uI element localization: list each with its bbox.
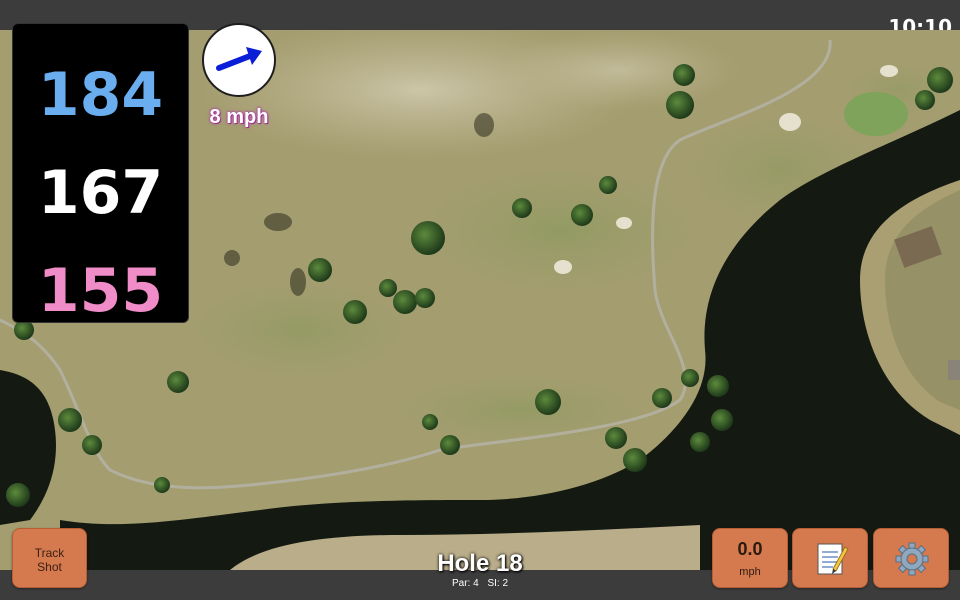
hole-info: Par: 4 SI: 2: [380, 578, 580, 589]
center-of-green-distance: 167: [37, 158, 164, 228]
stroke-index-label: SI: 2: [487, 578, 509, 589]
gear-icon: [895, 542, 929, 576]
wind-direction-indicator: [202, 23, 276, 97]
par-label: Par: 4: [451, 578, 479, 589]
settings-button[interactable]: [873, 528, 949, 588]
wind-speed-unit: mph: [739, 566, 761, 578]
wind-speed-button[interactable]: 0.0 mph: [712, 528, 788, 588]
notepad-icon: [817, 543, 849, 575]
track-shot-button[interactable]: Track Shot: [12, 528, 87, 588]
wind-speed-value: 0.0: [737, 539, 763, 559]
wind-speed-label: 8 mph: [209, 106, 269, 128]
front-of-green-distance: 155: [37, 256, 164, 326]
hole-title: Hole 18: [437, 550, 523, 577]
arrow-right-icon: [216, 47, 262, 71]
notes-button[interactable]: [792, 528, 868, 588]
track-shot-label: Track Shot: [34, 546, 65, 574]
golf-gps-screen: 10:10 184 167 155 8 mph Track Shot Hole …: [0, 0, 960, 600]
distance-panel: 184 167 155: [12, 23, 189, 326]
back-of-green-distance: 184: [37, 60, 164, 130]
